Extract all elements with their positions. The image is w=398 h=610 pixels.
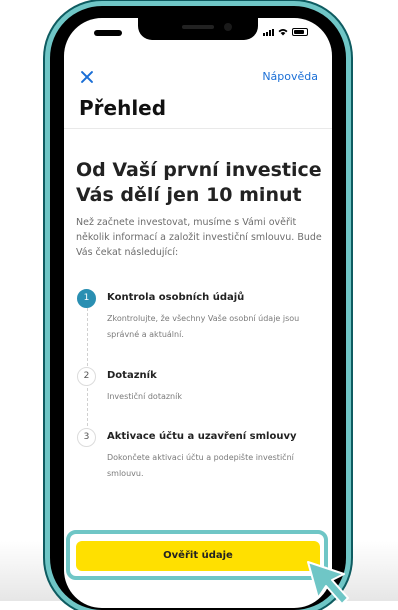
- verify-details-button[interactable]: Ověřit údaje: [76, 541, 320, 571]
- notch: [138, 18, 258, 40]
- top-bar: Nápověda: [64, 68, 332, 88]
- step-description: Dokončete aktivaci účtu a podepište inve…: [107, 453, 294, 478]
- step-title: Aktivace účtu a uzavření smlouvy: [107, 431, 297, 442]
- step-description: Investiční dotazník: [107, 392, 182, 401]
- status-icons: [263, 28, 308, 36]
- page-title: Přehled: [79, 96, 167, 120]
- step-number: 3: [77, 428, 96, 447]
- close-icon[interactable]: [80, 70, 94, 84]
- intro-text: Než začnete investovat, musíme s Vámi ov…: [76, 217, 322, 258]
- signal-icon: [263, 29, 274, 36]
- step-number: 1: [77, 289, 96, 308]
- help-link[interactable]: Nápověda: [262, 70, 318, 83]
- divider: [64, 128, 332, 129]
- steps-list: 1 Kontrola osobních údajů Zkontrolujte, …: [64, 289, 332, 478]
- status-time: [94, 30, 122, 36]
- wifi-icon: [278, 29, 288, 36]
- step-number: 2: [77, 367, 96, 386]
- phone-frame: Nápověda Přehled Od Vaší první investice…: [50, 6, 346, 610]
- speaker: [182, 25, 214, 29]
- step-description: Zkontrolujte, že všechny Vaše osobní úda…: [107, 314, 300, 339]
- headline: Od Vaší první investice Vás dělí jen 10 …: [76, 159, 322, 206]
- phone-screen: Nápověda Přehled Od Vaší první investice…: [64, 18, 332, 608]
- step-title: Kontrola osobních údajů: [107, 292, 245, 303]
- step-title: Dotazník: [107, 370, 157, 381]
- status-bar: [64, 18, 332, 48]
- battery-icon: [292, 28, 308, 36]
- camera: [224, 23, 232, 31]
